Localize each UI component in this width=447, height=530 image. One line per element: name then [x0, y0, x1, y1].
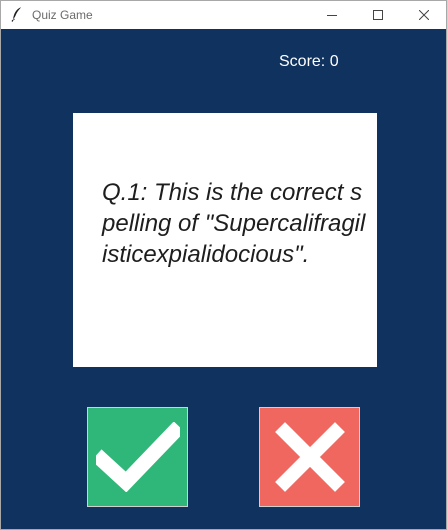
false-button[interactable] — [259, 407, 360, 507]
title-bar[interactable]: Quiz Game — [1, 1, 446, 29]
score-label: Score: 0 — [279, 53, 339, 70]
question-text: Q.1: This is the correct spelling of "Su… — [102, 179, 366, 268]
cross-icon — [274, 422, 345, 492]
checkmark-icon — [95, 422, 180, 492]
maximize-icon — [373, 10, 383, 20]
window-title: Quiz Game — [32, 8, 93, 22]
feather-icon — [10, 6, 24, 22]
minimize-button[interactable] — [309, 1, 355, 29]
quiz-game-window: Quiz Game Score: 0 Q.1: This is the corr… — [0, 0, 447, 530]
true-button[interactable] — [87, 407, 188, 507]
question-card: Q.1: This is the correct spelling of "Su… — [73, 113, 377, 367]
close-button[interactable] — [401, 1, 446, 29]
maximize-button[interactable] — [355, 1, 401, 29]
minimize-icon — [327, 15, 337, 16]
quiz-area: Score: 0 Q.1: This is the correct spelli… — [1, 29, 446, 529]
close-icon — [419, 10, 429, 20]
